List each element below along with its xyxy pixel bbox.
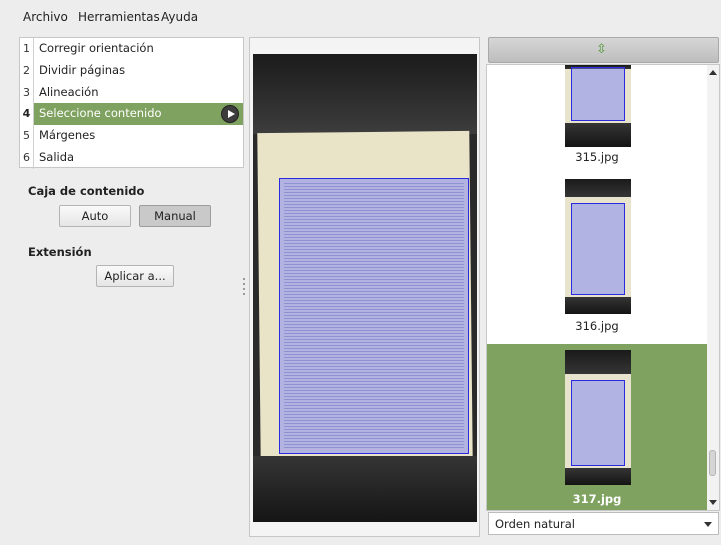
stage-label: Salida bbox=[39, 150, 75, 164]
manual-button[interactable]: Manual bbox=[139, 205, 211, 227]
stage-label: Seleccione contenido bbox=[39, 106, 162, 121]
stages-list: 1 Corregir orientación 2 Dividir páginas… bbox=[19, 37, 244, 169]
stage-number: 6 bbox=[20, 147, 34, 169]
stage-label: Alineación bbox=[39, 84, 99, 99]
scroll-down-icon[interactable] bbox=[709, 500, 717, 505]
thumbnail-caption: 316.jpg bbox=[575, 319, 619, 333]
auto-button[interactable]: Auto bbox=[59, 205, 131, 227]
scroll-up-icon[interactable] bbox=[709, 70, 717, 75]
thumbnail-image bbox=[565, 350, 631, 485]
play-icon[interactable] bbox=[221, 105, 239, 124]
stage-item-split-pages[interactable]: 2 Dividir páginas bbox=[20, 59, 243, 82]
stage-label: Corregir orientación bbox=[39, 41, 154, 55]
thumbnail-caption: 315.jpg bbox=[575, 150, 619, 164]
stage-number: 5 bbox=[20, 125, 34, 147]
thumbnail-item[interactable]: 315.jpg bbox=[487, 65, 707, 165]
thumbnail-image bbox=[565, 179, 631, 314]
page-viewer bbox=[249, 37, 480, 537]
menu-file[interactable]: Archivo bbox=[23, 10, 68, 24]
stage-number: 1 bbox=[20, 38, 34, 60]
sort-order-value: Orden natural bbox=[495, 517, 576, 531]
stage-label: Márgenes bbox=[39, 128, 96, 143]
thumbnail-item[interactable]: 316.jpg bbox=[487, 177, 707, 345]
page-scan-image bbox=[253, 54, 477, 522]
sort-order-select[interactable]: Orden natural bbox=[488, 512, 719, 535]
stage-number: 3 bbox=[20, 81, 34, 104]
apply-to-button[interactable]: Aplicar a... bbox=[96, 265, 174, 287]
stage-label: Dividir páginas bbox=[39, 62, 126, 77]
scrollbar-thumb[interactable] bbox=[709, 450, 716, 476]
extension-title: Extensión bbox=[28, 245, 92, 259]
thumbnails-header-button[interactable]: ⇳ bbox=[488, 37, 719, 63]
chevron-down-icon bbox=[704, 522, 712, 527]
menu-tools[interactable]: Herramientas bbox=[78, 10, 160, 24]
stage-item-margins[interactable]: 5 Márgenes bbox=[20, 125, 243, 147]
content-box-title: Caja de contenido bbox=[28, 184, 145, 198]
stage-item-output[interactable]: 6 Salida bbox=[20, 147, 243, 169]
content-box-selection[interactable] bbox=[279, 178, 469, 454]
thumbnail-item[interactable]: 317.jpg bbox=[487, 344, 707, 510]
menu-help[interactable]: Ayuda bbox=[161, 10, 198, 24]
thumbnail-image bbox=[565, 65, 631, 147]
stage-item-orientation[interactable]: 1 Corregir orientación bbox=[20, 38, 243, 60]
stage-item-select-content[interactable]: 4 Seleccione contenido bbox=[20, 103, 243, 126]
stage-number: 4 bbox=[20, 103, 34, 126]
menu-bar: Archivo Herramientas Ayuda bbox=[0, 0, 721, 32]
thumbnails-list: 315.jpg 316.jpg 317.jpg bbox=[486, 64, 720, 511]
thumbnails-scrollbar[interactable] bbox=[707, 65, 719, 510]
refresh-arrows-icon: ⇳ bbox=[596, 42, 607, 57]
stage-item-deskew[interactable]: 3 Alineación bbox=[20, 81, 243, 104]
thumbnail-caption: 317.jpg bbox=[572, 492, 622, 506]
stage-number: 2 bbox=[20, 59, 34, 82]
splitter-handle[interactable] bbox=[243, 278, 246, 296]
